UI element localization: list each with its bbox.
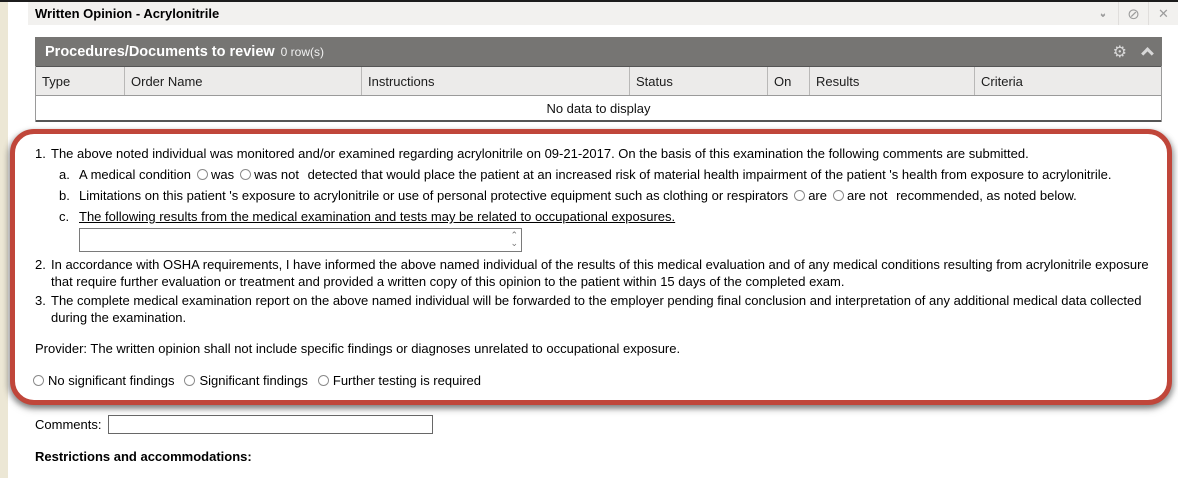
item-1a-text-post: detected that would place the patient at…: [308, 167, 1112, 182]
radio-are-label[interactable]: are: [808, 188, 827, 203]
radio-are-not-label[interactable]: are not: [847, 188, 887, 203]
opinion-item-2: 2. In accordance with OSHA requirements,…: [27, 256, 1155, 290]
procedures-grid: Type Order Name Instructions Status On R…: [35, 66, 1162, 122]
opinion-item-3-text: The complete medical examination report …: [51, 292, 1155, 326]
opinion-item-1c: c. The following results from the medica…: [59, 208, 1155, 225]
column-header-type: Type: [36, 67, 125, 95]
item-1b-text-pre: Limitations on this patient 's exposure …: [79, 188, 788, 203]
procedures-panel-header: Procedures/Documents to review 0 row(s) …: [35, 37, 1162, 66]
column-header-instructions: Instructions: [362, 67, 630, 95]
procedures-panel: Procedures/Documents to review 0 row(s) …: [35, 37, 1162, 122]
window-controls: ⌄⌄ ⊘ ✕: [1088, 2, 1178, 25]
radio-was-not-label[interactable]: was not: [254, 167, 299, 182]
row-count: 0 row(s): [281, 45, 324, 59]
written-opinion-highlight-section: 1. The above noted individual was monito…: [10, 129, 1172, 405]
column-header-order-name: Order Name: [125, 67, 362, 95]
grid-header-row: Type Order Name Instructions Status On R…: [36, 66, 1161, 96]
empty-grid-message: No data to display: [36, 96, 1161, 122]
comments-label: Comments:: [35, 417, 101, 432]
page-left-margin-strip: [0, 2, 8, 478]
window-titlebar: Written Opinion - Acrylonitrile ⌄⌄ ⊘ ✕: [28, 2, 1178, 25]
comments-input[interactable]: [108, 415, 433, 434]
opinion-item-1b: b. Limitations on this patient 's exposu…: [59, 187, 1155, 204]
comments-row: Comments:: [35, 415, 1178, 434]
chevron-up-icon[interactable]: [1141, 47, 1154, 60]
radio-was-not[interactable]: [240, 169, 251, 180]
exam-results-field-wrap: ⌃⌄: [79, 228, 522, 252]
opinion-item-2-text: In accordance with OSHA requirements, I …: [51, 256, 1155, 290]
radio-no-significant-findings-label[interactable]: No significant findings: [48, 373, 174, 388]
radio-significant-findings[interactable]: [184, 375, 195, 386]
gear-icon[interactable]: ⚙: [1113, 42, 1127, 62]
opinion-item-1: 1. The above noted individual was monito…: [27, 145, 1155, 162]
procedures-panel-title: Procedures/Documents to review: [45, 44, 275, 60]
opinion-item-1a: a. A medical conditionwaswas not detecte…: [59, 166, 1155, 183]
exam-results-input[interactable]: [79, 228, 522, 252]
radio-further-testing-label[interactable]: Further testing is required: [333, 373, 481, 388]
window-title: Written Opinion - Acrylonitrile: [28, 6, 219, 21]
item-1a-text-pre: A medical condition: [79, 167, 191, 182]
item-1b-text-post: recommended, as noted below.: [896, 188, 1077, 203]
radio-significant-findings-label[interactable]: Significant findings: [199, 373, 307, 388]
radio-are-not[interactable]: [833, 190, 844, 201]
opinion-item-1-text: The above noted individual was monitored…: [51, 145, 1155, 162]
opinion-item-3: 3. The complete medical examination repo…: [27, 292, 1155, 326]
radio-further-testing[interactable]: [318, 375, 329, 386]
radio-no-significant-findings[interactable]: [33, 375, 44, 386]
radio-was-label[interactable]: was: [211, 167, 234, 182]
collapse-all-icon[interactable]: ⌄⌄: [1088, 2, 1118, 25]
provider-note: Provider: The written opinion shall not …: [35, 340, 1155, 357]
close-icon[interactable]: ✕: [1148, 2, 1178, 25]
radio-are[interactable]: [794, 190, 805, 201]
item-1c-text: The following results from the medical e…: [79, 208, 1155, 225]
spinner-icon[interactable]: ⌃⌄: [510, 231, 518, 247]
column-header-results: Results: [810, 67, 975, 95]
restrictions-heading: Restrictions and accommodations:: [35, 449, 1178, 464]
column-header-status: Status: [630, 67, 768, 95]
void-icon[interactable]: ⊘: [1118, 2, 1148, 25]
column-header-criteria: Criteria: [975, 67, 1161, 95]
findings-radio-group: No significant findings Significant find…: [33, 373, 1155, 388]
column-header-on: On: [768, 67, 810, 95]
radio-was[interactable]: [197, 169, 208, 180]
